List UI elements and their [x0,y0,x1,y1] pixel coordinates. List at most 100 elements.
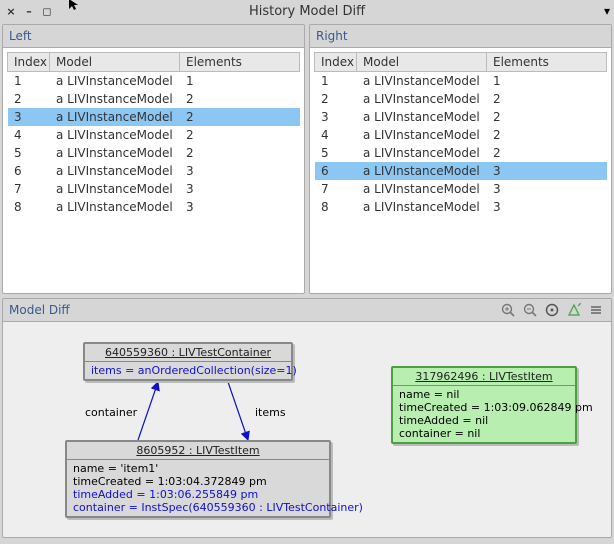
export-icon[interactable] [565,301,583,319]
table-cell: a LIVInstanceModel [357,72,487,91]
edge-label-items: items [255,406,286,419]
table-cell: 2 [487,90,607,108]
table-row[interactable]: 2a LIVInstanceModel2 [8,90,300,108]
table-row[interactable]: 8a LIVInstanceModel3 [8,198,300,216]
table-cell: 1 [8,72,50,91]
model-diff-pane: Model Diff [2,298,612,538]
left-pane: Left Index Model Elements 1a LIVInstance… [2,24,305,294]
node-attr: container = nil [399,427,569,440]
table-cell: 2 [180,126,300,144]
table-cell: 1 [315,72,357,91]
col-header-model[interactable]: Model [357,53,487,72]
col-header-model[interactable]: Model [50,53,180,72]
table-cell: a LIVInstanceModel [50,144,180,162]
table-cell: 2 [487,126,607,144]
table-row[interactable]: 4a LIVInstanceModel2 [315,126,607,144]
col-header-index[interactable]: Index [315,53,357,72]
node-container-title: 640559360 : LIVTestContainer [85,344,291,362]
table-cell: 3 [180,162,300,180]
table-cell: 3 [487,198,607,216]
node-attr: name = 'item1' [73,462,323,475]
col-header-elements[interactable]: Elements [180,53,300,72]
table-cell: 3 [487,162,607,180]
node-item-left-title: 8605952 : LIVTestItem [67,442,329,460]
window-titlebar: × – ◻ History Model Diff ▾ [0,0,614,22]
table-row[interactable]: 5a LIVInstanceModel2 [315,144,607,162]
right-table[interactable]: Index Model Elements 1a LIVInstanceModel… [314,52,607,216]
table-row[interactable]: 1a LIVInstanceModel1 [315,72,607,91]
table-cell: a LIVInstanceModel [357,90,487,108]
table-cell: 3 [8,108,50,126]
table-row[interactable]: 2a LIVInstanceModel2 [315,90,607,108]
table-cell: a LIVInstanceModel [357,198,487,216]
table-cell: 2 [487,108,607,126]
node-attr: items = anOrderedCollection(size=1) [91,364,285,377]
table-cell: a LIVInstanceModel [50,108,180,126]
table-cell: 1 [180,72,300,91]
model-diff-label: Model Diff [9,303,495,317]
right-pane-header: Right [310,25,611,48]
table-cell: 6 [8,162,50,180]
table-cell: 3 [180,180,300,198]
table-cell: 4 [315,126,357,144]
table-cell: 5 [8,144,50,162]
table-cell: a LIVInstanceModel [357,162,487,180]
left-table[interactable]: Index Model Elements 1a LIVInstanceModel… [7,52,300,216]
node-item-right[interactable]: 317962496 : LIVTestItem name = nil timeC… [391,366,577,444]
left-pane-header: Left [3,25,304,48]
table-cell: 6 [315,162,357,180]
table-cell: a LIVInstanceModel [50,72,180,91]
node-attr: timeAdded = 1:03:06.255849 pm [73,488,323,501]
table-cell: a LIVInstanceModel [357,180,487,198]
table-row[interactable]: 7a LIVInstanceModel3 [315,180,607,198]
table-cell: a LIVInstanceModel [357,108,487,126]
table-row[interactable]: 3a LIVInstanceModel2 [315,108,607,126]
table-cell: a LIVInstanceModel [50,126,180,144]
node-item-left[interactable]: 8605952 : LIVTestItem name = 'item1' tim… [65,440,331,518]
edge-label-container: container [85,406,137,419]
table-row[interactable]: 7a LIVInstanceModel3 [8,180,300,198]
table-cell: 2 [180,144,300,162]
table-cell: 2 [180,90,300,108]
table-cell: a LIVInstanceModel [50,90,180,108]
table-row[interactable]: 8a LIVInstanceModel3 [315,198,607,216]
node-item-right-title: 317962496 : LIVTestItem [393,368,575,386]
table-row[interactable]: 6a LIVInstanceModel3 [8,162,300,180]
col-header-elements[interactable]: Elements [487,53,607,72]
table-row[interactable]: 4a LIVInstanceModel2 [8,126,300,144]
node-container[interactable]: 640559360 : LIVTestContainer items = anO… [83,342,293,381]
node-attr: container = InstSpec(640559360 : LIVTest… [73,501,323,514]
table-row[interactable]: 5a LIVInstanceModel2 [8,144,300,162]
table-cell: 3 [487,180,607,198]
table-cell: 8 [8,198,50,216]
table-cell: a LIVInstanceModel [357,144,487,162]
fit-icon[interactable] [543,301,561,319]
menu-icon[interactable]: ▾ [604,4,610,18]
list-icon[interactable] [587,301,605,319]
diagram-canvas[interactable]: 640559360 : LIVTestContainer items = anO… [3,322,611,537]
table-row[interactable]: 1a LIVInstanceModel1 [8,72,300,91]
zoom-in-icon[interactable] [499,301,517,319]
table-cell: 2 [8,90,50,108]
node-attr: timeCreated = 1:03:09.062849 pm [399,401,569,414]
col-header-index[interactable]: Index [8,53,50,72]
table-row[interactable]: 6a LIVInstanceModel3 [315,162,607,180]
table-cell: 2 [487,144,607,162]
table-cell: 3 [180,198,300,216]
table-cell: 2 [315,90,357,108]
table-cell: 4 [8,126,50,144]
table-cell: a LIVInstanceModel [50,180,180,198]
table-row[interactable]: 3a LIVInstanceModel2 [8,108,300,126]
zoom-out-icon[interactable] [521,301,539,319]
node-attr: timeAdded = nil [399,414,569,427]
table-cell: 7 [8,180,50,198]
node-attr: timeCreated = 1:03:04.372849 pm [73,475,323,488]
table-cell: 5 [315,144,357,162]
table-cell: 7 [315,180,357,198]
right-pane: Right Index Model Elements 1a LIVInstanc… [309,24,612,294]
table-cell: 8 [315,198,357,216]
window-title: History Model Diff [0,4,614,19]
table-cell: a LIVInstanceModel [357,126,487,144]
table-cell: a LIVInstanceModel [50,198,180,216]
node-attr: name = nil [399,388,569,401]
